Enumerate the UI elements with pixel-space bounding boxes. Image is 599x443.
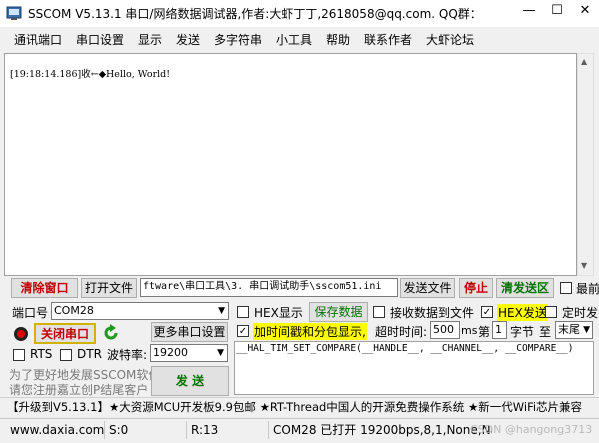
menu-serial-settings[interactable]: 串口设置 (76, 31, 124, 48)
receive-scrollbar[interactable]: ▲ ▼ (577, 53, 594, 276)
window-title: SSCOM V5.13.1 串口/网络数据调试器,作者:大虾丁丁,2618058… (28, 7, 482, 21)
close-port-button[interactable]: 关闭串口 (34, 323, 96, 344)
recv-to-file-checkbox[interactable] (373, 306, 385, 318)
port-select[interactable]: COM28 ▼ (51, 302, 229, 320)
send-button[interactable]: 发 送 (151, 366, 229, 396)
nth-label: 第 (478, 325, 491, 339)
receive-area[interactable] (4, 53, 577, 276)
dropdown-arrow-icon: ▼ (217, 348, 224, 358)
sent-count: S:0 (104, 421, 184, 439)
timestamp-label: 加时间戳和分包显示, (253, 323, 367, 340)
hex-display-label: HEX显示 (254, 306, 303, 320)
timeout-label: 超时时间: (375, 325, 428, 339)
dtr-checkbox[interactable] (60, 349, 72, 361)
file-path-input[interactable]: ftware\串口工具\3. 串口调试助手\sscom51.ini (140, 278, 398, 297)
menu-display[interactable]: 显示 (138, 31, 162, 48)
baud-label: 波特率: (107, 348, 148, 362)
menu-comm-port[interactable]: 通讯端口 (14, 31, 62, 48)
stop-button[interactable]: 停止 (459, 278, 493, 298)
open-file-button[interactable]: 打开文件 (81, 278, 137, 298)
baud-select[interactable]: 19200 ▼ (150, 344, 228, 362)
clear-window-button[interactable]: 清除窗口 (11, 278, 78, 298)
rts-checkbox[interactable] (13, 349, 25, 361)
recv-to-file-label: 接收数据到文件 (390, 306, 475, 320)
hex-send-checkbox[interactable]: ✓ (481, 306, 493, 318)
baud-value: 19200 (153, 346, 188, 359)
timed-send-label: 定时发 (562, 306, 599, 320)
menu-multi-string[interactable]: 多字符串 (214, 31, 262, 48)
ms-label: ms (461, 324, 478, 337)
always-on-top-label: 最前 (576, 282, 599, 296)
promo-line-2: 请您注册嘉立创P结尾客户 (9, 383, 149, 397)
dtr-label: DTR (77, 347, 102, 361)
menu-send[interactable]: 发送 (176, 31, 200, 48)
save-data-button[interactable]: 保存数据 (309, 302, 368, 322)
nth-byte-input[interactable]: 1 (492, 321, 507, 339)
csdn-watermark: CSDN @hangong3713 (470, 423, 593, 436)
port-status-led (14, 327, 28, 341)
send-text: __HAL_TIM_SET_COMPARE(__HANDLE__, __CHAN… (236, 343, 574, 354)
end-select[interactable]: 末尾 ▼ (555, 321, 593, 339)
ticker-text[interactable]: 【升级到V5.13.1】★大资源MCU开发板9.9包邮 ★RT-Thread中国… (7, 399, 595, 415)
scroll-up-icon[interactable]: ▲ (581, 57, 587, 66)
byte-label: 字节 (510, 325, 535, 339)
maximize-button[interactable]: ☐ (543, 0, 571, 21)
app-icon (6, 5, 22, 21)
scroll-down-icon[interactable]: ▼ (581, 261, 587, 270)
rts-label: RTS (30, 347, 53, 361)
more-serial-settings-button[interactable]: 更多串口设置 (151, 322, 228, 342)
refresh-icon[interactable] (101, 323, 121, 343)
minimize-button[interactable]: — (515, 0, 543, 21)
dropdown-arrow-icon: ▼ (583, 325, 590, 335)
clear-send-button[interactable]: 清发送区 (496, 278, 554, 298)
port-status-text: COM28 已打开 19200bps,8,1,None,None (268, 421, 492, 439)
end-value: 末尾 (558, 323, 580, 336)
timeout-input[interactable]: 500 (430, 321, 460, 339)
always-on-top-checkbox[interactable] (560, 282, 572, 294)
hex-send-label: HEX发送 (497, 304, 548, 321)
menu-forum[interactable]: 大虾论坛 (426, 31, 474, 48)
timed-send-checkbox[interactable] (545, 306, 557, 318)
timestamp-checkbox[interactable]: ✓ (237, 325, 249, 337)
receive-log-line: [19:18:14.186]收←◆Hello, World! (10, 69, 171, 80)
dropdown-arrow-icon: ▼ (218, 306, 225, 316)
menu-help[interactable]: 帮助 (326, 31, 350, 48)
received-count: R:13 (186, 421, 266, 439)
hex-display-checkbox[interactable] (237, 306, 249, 318)
port-value: COM28 (54, 304, 94, 317)
website-link[interactable]: www.daxia.com (10, 421, 104, 439)
menu-tools[interactable]: 小工具 (276, 31, 312, 48)
close-button[interactable]: ✕ (571, 0, 599, 21)
menu-contact[interactable]: 联系作者 (364, 31, 412, 48)
send-file-button[interactable]: 发送文件 (400, 278, 455, 298)
port-label: 端口号 (12, 306, 49, 320)
to-label: 至 (539, 325, 552, 339)
